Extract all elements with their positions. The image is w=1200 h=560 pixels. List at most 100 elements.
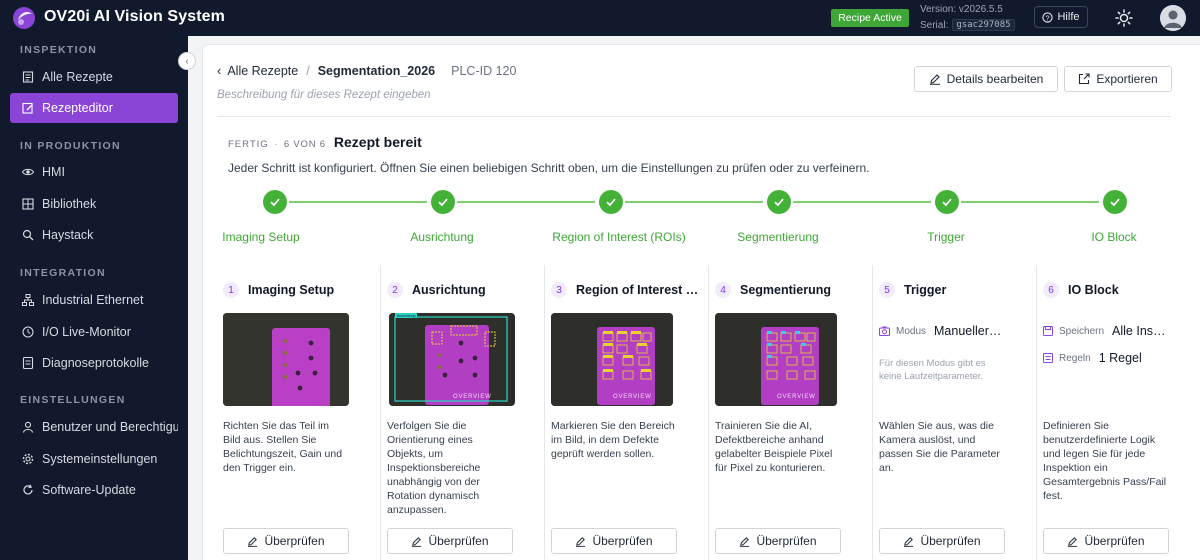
sidebar-item-label: Software-Update [42,483,136,497]
serial-info: Serial: gsac297085 [920,19,1015,31]
sidebar-item-alle-rezepte[interactable]: Alle Rezepte [10,62,178,92]
card-description: Markieren Sie den Bereich im Bild, in de… [551,420,675,460]
card-description: Wählen Sie aus, was die Kamera auslöst, … [879,420,1000,474]
sidebar-item-software-update[interactable]: Software-Update [10,475,178,505]
param-label: Regeln [1059,352,1091,364]
plc-id: PLC-ID 120 [451,63,517,78]
sidebar-item-hmi[interactable]: HMI [10,157,178,187]
io-monitor-icon [22,326,34,338]
version-text: Version: v2026.5.5 [920,4,1003,15]
review-label: Überprüfen [592,534,653,548]
card-description: Definieren Sie benutzerdefinierte Logik … [1043,420,1167,502]
sidebar-item-bibliothek[interactable]: Bibliothek [10,189,178,219]
step-4-check-icon[interactable] [767,190,791,214]
top-bar: OV20i AI Vision System Recipe Active Ver… [0,0,1200,36]
param-value: Manueller Trigger [934,324,1002,338]
sidebar-item-label: Diagnoseprotokolle [42,356,150,370]
sidebar-item-label: Rezepteditor [42,101,113,115]
sidebar-item-io-live-monitor[interactable]: I/O Live-Monitor [10,317,178,347]
step-number: 4 [715,282,731,298]
status-line: FERTIG · 6 VON 6 Rezept bereit [228,134,422,150]
thumbnail-caption: OVERVIEW [453,394,492,400]
serial-label: Serial: [920,19,949,31]
recipe-description-input[interactable]: Beschreibung für dieses Rezept eingeben [217,89,431,101]
step-label-imaging-setup[interactable]: Imaging Setup [222,230,299,244]
segmentation-preview-image: OVERVIEW [715,313,837,406]
recipe-status-badge: Recipe Active [831,9,909,27]
edit-icon [22,102,34,114]
divider [217,116,1171,117]
sidebar-item-label: I/O Live-Monitor [42,325,131,339]
review-button[interactable]: Überprüfen [1043,528,1169,554]
sidebar-item-rezepteditor[interactable]: Rezepteditor [10,93,178,123]
step-label-io-block[interactable]: IO Block [1091,230,1136,244]
help-label: Hilfe [1057,11,1080,23]
user-avatar-icon[interactable] [1160,5,1186,31]
nav-section-inspektion: INSPEKTION [20,44,98,56]
breadcrumb-separator: / [306,63,310,78]
step-5-check-icon[interactable] [935,190,959,214]
sidebar-item-label: HMI [42,165,65,179]
back-chevron-icon[interactable]: ‹ [217,63,221,78]
search-icon [22,229,34,241]
sidebar-item-industrial-ethernet[interactable]: Industrial Ethernet [10,285,178,315]
review-button[interactable]: Überprüfen [223,528,349,554]
theme-toggle-sun-icon[interactable] [1114,8,1134,28]
review-label: Überprüfen [428,534,489,548]
breadcrumb-alle-rezepte[interactable]: Alle Rezepte [227,64,298,78]
step-6-check-icon[interactable] [1103,190,1127,214]
param-value: 1 Regel [1098,351,1142,365]
card-title: Imaging Setup [248,283,335,297]
card-title: Region of Interest (ROIs) [576,283,702,297]
thumbnail-caption: OVERVIEW [613,394,652,400]
edit-details-label: Details bearbeiten [946,72,1044,86]
export-button[interactable]: Exportieren [1064,66,1172,92]
main-area: ‹ Alle Rezepte / Segmentation_2026 PLC-I… [188,36,1200,560]
review-label: Überprüfen [1084,534,1145,548]
step-label-segmentierung[interactable]: Segmentierung [737,230,818,244]
log-icon [22,357,34,369]
nav-section-einstellungen: EINSTELLUNGEN [20,394,126,406]
step-card-imaging-setup: 1 Imaging Setup Richten Sie das Teil im … [217,265,381,560]
review-label: Überprüfen [756,534,817,548]
edit-details-button[interactable]: Details bearbeiten [914,66,1058,92]
eye-icon [22,166,34,178]
review-button[interactable]: Überprüfen [879,528,1005,554]
step-1-check-icon[interactable] [263,190,287,214]
sidebar-item-label: Alle Rezepte [42,70,113,84]
step-3-check-icon[interactable] [599,190,623,214]
step-label-roi[interactable]: Region of Interest (ROIs) [552,230,685,244]
step-2-check-icon[interactable] [431,190,455,214]
card-description: Richten Sie das Teil im Bild aus. Stelle… [223,420,343,474]
edit-icon [740,536,750,547]
sidebar-item-diagnoseprotokolle[interactable]: Diagnoseprotokolle [10,348,178,378]
sidebar-item-systemeinstellungen[interactable]: Systemeinstellungen [10,444,178,474]
serial-code: gsac297085 [952,19,1015,31]
step-label-ausrichtung[interactable]: Ausrichtung [410,230,473,244]
review-button[interactable]: Überprüfen [551,528,677,554]
step-connector [289,201,427,203]
card-title: IO Block [1068,283,1119,297]
gear-icon [22,453,34,465]
step-card-segmentierung: 4 Segmentierung OVERVIEW Trainieren Sie [709,265,873,560]
edit-icon [576,536,586,547]
step-label-trigger[interactable]: Trigger [927,230,965,244]
sidebar-item-label: Benutzer und Berechtigungen [42,420,178,434]
review-button[interactable]: Überprüfen [715,528,841,554]
card-title: Ausrichtung [412,283,486,297]
rules-icon [1043,353,1053,363]
thumbnail-tag: Ausrichtung [397,314,416,318]
review-button[interactable]: Überprüfen [387,528,513,554]
app-logo-icon [13,7,35,29]
svg-text:?: ? [1046,13,1050,22]
sidebar: INSPEKTION Alle Rezepte Rezepteditor IN … [0,36,188,560]
sidebar-item-benutzer[interactable]: Benutzer und Berechtigungen [10,412,178,442]
sidebar-item-haystack[interactable]: Haystack [10,220,178,250]
refresh-icon [22,484,34,496]
step-connector [457,201,595,203]
sidebar-item-label: Industrial Ethernet [42,293,144,307]
step-card-ausrichtung: 2 Ausrichtung Ausrichtung OVERVIEW Verfo… [381,265,545,560]
param-value: Alle Inspektionen [1112,324,1168,338]
help-button[interactable]: ? Hilfe [1034,6,1088,28]
sidebar-collapse-chevron-icon[interactable]: ‹ [178,52,196,70]
